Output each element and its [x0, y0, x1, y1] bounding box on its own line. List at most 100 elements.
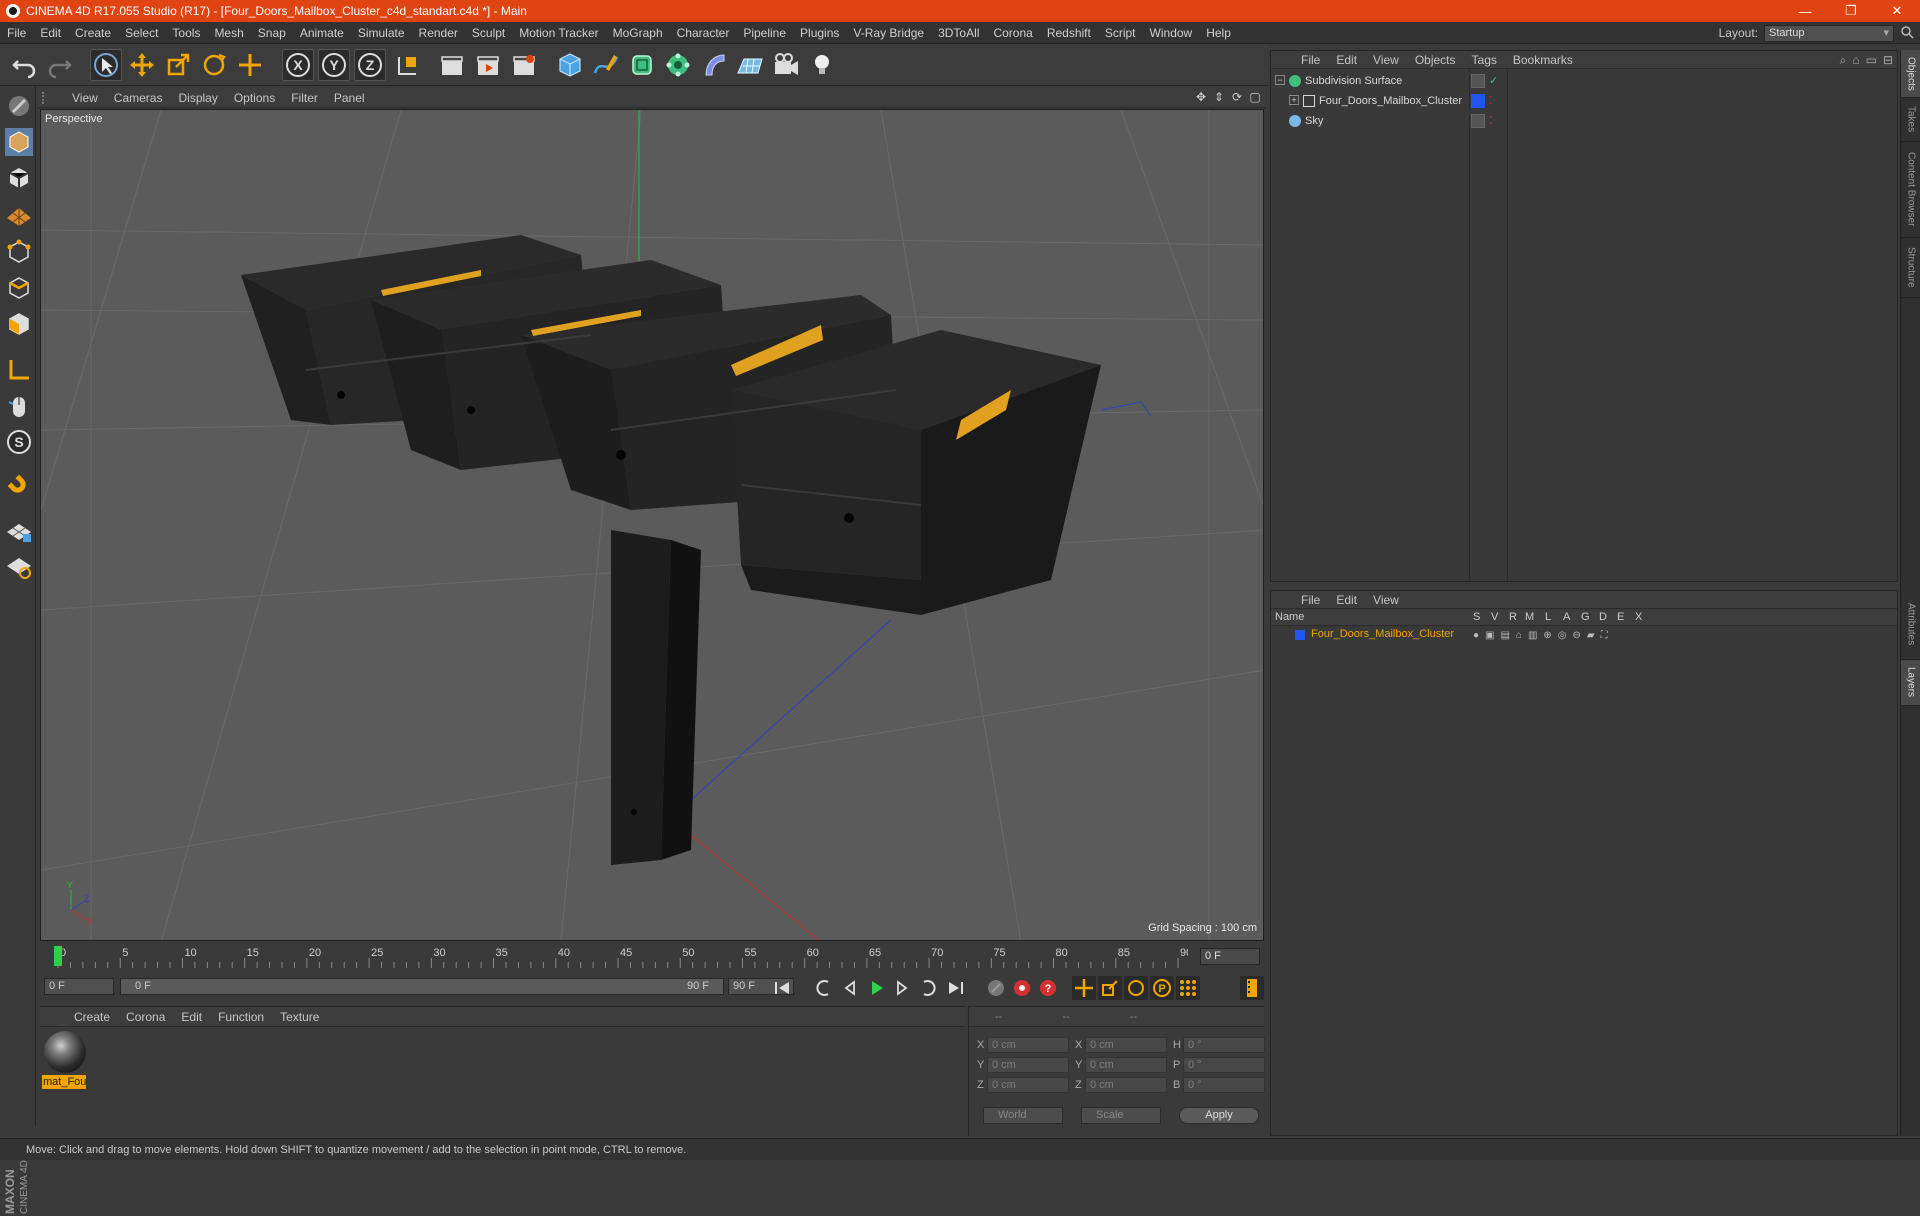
home-icon[interactable]: ⌂	[1852, 53, 1859, 68]
step-forward-button[interactable]	[890, 976, 914, 1000]
coordinate-system-button[interactable]	[392, 49, 424, 81]
viewport-menu-filter[interactable]: Filter	[283, 91, 326, 105]
objmgr-menu-file[interactable]: File	[1293, 53, 1328, 67]
light-object-button[interactable]	[806, 49, 838, 81]
maximize-view-icon[interactable]: ▢	[1248, 90, 1262, 104]
cloner-button[interactable]	[662, 49, 694, 81]
play-button[interactable]	[864, 976, 888, 1000]
menu-simulate[interactable]: Simulate	[351, 22, 412, 44]
tab-structure[interactable]: Structure	[1901, 238, 1920, 298]
menu-corona[interactable]: Corona	[986, 22, 1039, 44]
menu-pipeline[interactable]: Pipeline	[736, 22, 793, 44]
tweak-mode-button[interactable]	[3, 390, 35, 422]
make-editable-button[interactable]	[3, 90, 35, 122]
size-x-field[interactable]: 0 cm	[1085, 1037, 1167, 1053]
menu-motion-tracker[interactable]: Motion Tracker	[512, 22, 605, 44]
coord-mode-dropdown[interactable]: Scale	[1081, 1107, 1161, 1124]
search-icon[interactable]: ⌕	[1840, 53, 1847, 68]
planar-workplane-button[interactable]	[3, 550, 35, 582]
collapse-toggle-icon[interactable]: −	[1275, 75, 1285, 85]
viewport-menu-view[interactable]: View	[64, 91, 106, 105]
material-menu-create[interactable]: Create	[66, 1010, 118, 1024]
tab-layers[interactable]: Layers	[1901, 660, 1920, 706]
viewport-menu-display[interactable]: Display	[170, 91, 225, 105]
layer-color-swatch[interactable]	[1295, 630, 1305, 640]
menu-vray-bridge[interactable]: V-Ray Bridge	[846, 22, 931, 44]
viewport-menu-options[interactable]: Options	[226, 91, 283, 105]
search-icon[interactable]	[1900, 25, 1914, 39]
key-position-button[interactable]	[1072, 976, 1096, 1000]
pan-view-icon[interactable]: ✥	[1194, 90, 1208, 104]
playhead-marker[interactable]	[54, 946, 62, 966]
objmgr-menu-bookmarks[interactable]: Bookmarks	[1505, 53, 1581, 67]
close-button[interactable]: ✕	[1874, 0, 1920, 22]
maximize-button[interactable]: ❐	[1828, 0, 1874, 22]
visibility-toggle[interactable]	[1471, 114, 1485, 128]
size-y-field[interactable]: 0 cm	[1085, 1057, 1167, 1073]
timeline-ruler[interactable]: 051015202530354045505560657075808590 0 F	[40, 944, 1264, 970]
perspective-viewport[interactable]: Y X Z Perspective Grid Spacing : 100 cm	[40, 109, 1264, 941]
menu-character[interactable]: Character	[670, 22, 737, 44]
model-mode-button[interactable]	[3, 126, 35, 158]
object-row-sky[interactable]: Sky ⁚	[1271, 111, 1897, 131]
current-frame-field[interactable]: 0 F	[1200, 948, 1260, 965]
objmgr-menu-view[interactable]: View	[1365, 53, 1407, 67]
objmgr-menu-tags[interactable]: Tags	[1464, 53, 1505, 67]
menu-render[interactable]: Render	[412, 22, 465, 44]
objmgr-menu-objects[interactable]: Objects	[1407, 53, 1464, 67]
enabled-check-icon[interactable]: ✓	[1489, 71, 1498, 91]
undo-button[interactable]	[8, 49, 40, 81]
menu-window[interactable]: Window	[1143, 22, 1200, 44]
key-parameter-button[interactable]: P	[1150, 976, 1174, 1000]
move-tool-button[interactable]	[126, 49, 158, 81]
workplane-mode-button[interactable]	[3, 198, 35, 230]
coord-system-dropdown[interactable]: World	[983, 1107, 1063, 1124]
objmgr-menu-edit[interactable]: Edit	[1328, 53, 1365, 67]
tab-takes[interactable]: Takes	[1901, 98, 1920, 142]
object-row-mailbox-cluster[interactable]: + Four_Doors_Mailbox_Cluster ⁚	[1271, 91, 1897, 111]
rotation-p-field[interactable]: 0 °	[1183, 1057, 1265, 1073]
play-backwards-button[interactable]	[838, 976, 862, 1000]
timeline-window-button[interactable]	[1240, 976, 1264, 1000]
visibility-toggle[interactable]	[1471, 74, 1485, 88]
menu-mograph[interactable]: MoGraph	[606, 22, 670, 44]
minimize-button[interactable]: —	[1782, 0, 1828, 22]
material-name-label[interactable]: mat_Fou	[42, 1075, 86, 1089]
menu-redshift[interactable]: Redshift	[1040, 22, 1098, 44]
new-view-icon[interactable]: ▭	[1866, 53, 1877, 68]
deformer-button[interactable]	[698, 49, 730, 81]
layer-flags-icons[interactable]: ●▣▤⌂▥⊕◎⊖▰⛶	[1473, 630, 1614, 641]
material-menu-function[interactable]: Function	[210, 1010, 272, 1024]
menu-create[interactable]: Create	[68, 22, 118, 44]
apply-button[interactable]: Apply	[1179, 1107, 1259, 1124]
cube-object-button[interactable]	[554, 49, 586, 81]
scale-tool-button[interactable]	[162, 49, 194, 81]
size-z-field[interactable]: 0 cm	[1085, 1077, 1167, 1093]
material-menu-texture[interactable]: Texture	[272, 1010, 327, 1024]
key-scale-button[interactable]	[1098, 976, 1122, 1000]
menu-sculpt[interactable]: Sculpt	[465, 22, 512, 44]
position-x-field[interactable]: 0 cm	[987, 1037, 1069, 1053]
layer-name[interactable]: Four_Doors_Mailbox_Cluster	[1311, 628, 1454, 640]
menu-plugins[interactable]: Plugins	[793, 22, 846, 44]
render-settings-button[interactable]	[508, 49, 540, 81]
menu-mesh[interactable]: Mesh	[207, 22, 250, 44]
goto-start-button[interactable]	[770, 976, 794, 1000]
lock-workplane-button[interactable]	[3, 514, 35, 546]
goto-next-key-button[interactable]	[916, 976, 940, 1000]
select-tool-button[interactable]	[90, 49, 122, 81]
layer-color-swatch[interactable]	[1471, 94, 1485, 108]
material-menu-edit[interactable]: Edit	[173, 1010, 210, 1024]
visibility-dots-icon[interactable]: ⁚	[1489, 91, 1493, 111]
rotation-h-field[interactable]: 0 °	[1183, 1037, 1265, 1053]
layout-dropdown[interactable]: Startup	[1764, 24, 1894, 42]
x-axis-lock-button[interactable]: X	[282, 49, 314, 81]
rotate-tool-button[interactable]	[198, 49, 230, 81]
layermgr-menu-edit[interactable]: Edit	[1328, 593, 1365, 607]
solo-mode-button[interactable]: S	[3, 426, 35, 458]
edge-mode-button[interactable]	[3, 272, 35, 304]
autokeying-button[interactable]	[1010, 976, 1034, 1000]
layermgr-menu-view[interactable]: View	[1365, 593, 1407, 607]
tab-attributes[interactable]: Attributes	[1901, 590, 1920, 660]
visibility-dots-icon[interactable]: ⁚	[1489, 111, 1493, 131]
